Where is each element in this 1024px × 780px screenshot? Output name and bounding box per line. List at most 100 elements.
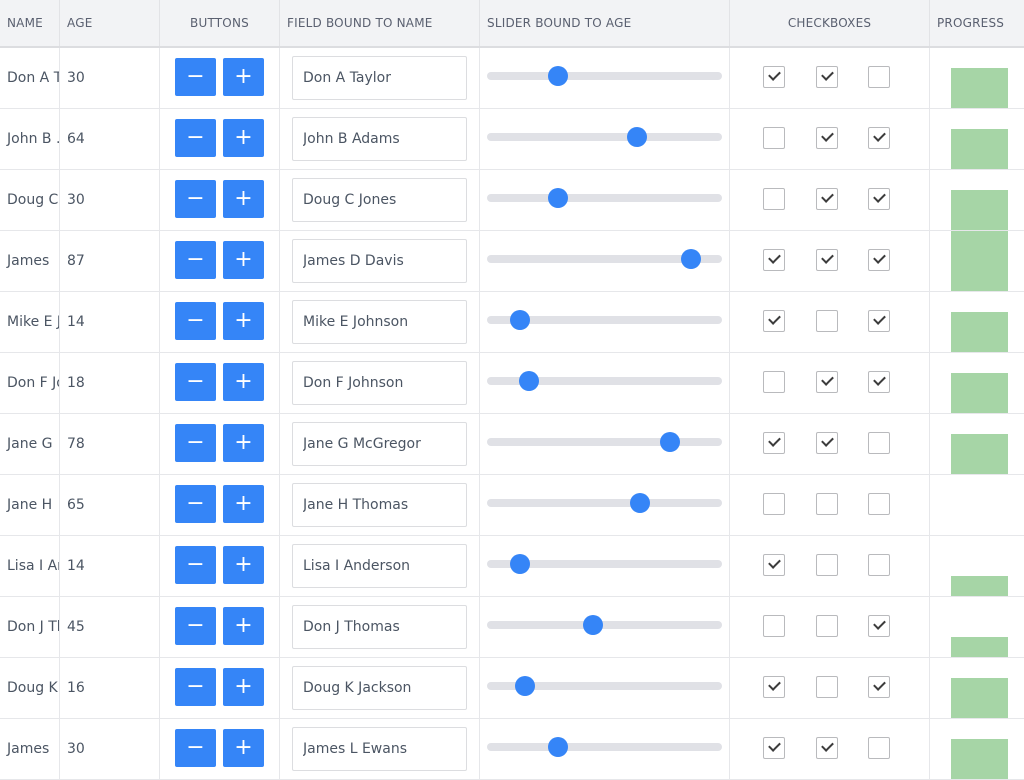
decrement-age-button[interactable]: −: [175, 607, 216, 645]
name-input[interactable]: [292, 239, 467, 283]
decrement-age-button[interactable]: −: [175, 546, 216, 584]
slider-thumb[interactable]: [509, 310, 530, 330]
name-cell[interactable]: John B .: [0, 109, 60, 169]
name-cell[interactable]: James: [0, 719, 60, 779]
row-checkbox-3[interactable]: [868, 554, 890, 576]
row-checkbox-2[interactable]: [816, 554, 838, 576]
increment-age-button[interactable]: +: [223, 302, 264, 340]
row-checkbox-3[interactable]: [868, 249, 890, 271]
age-slider[interactable]: [487, 188, 722, 208]
name-input[interactable]: [292, 56, 467, 100]
name-cell[interactable]: Don A T: [0, 48, 60, 108]
row-checkbox-2[interactable]: [816, 737, 838, 759]
row-checkbox-3[interactable]: [868, 66, 890, 88]
row-checkbox-2[interactable]: [816, 310, 838, 332]
slider-track[interactable]: [487, 72, 722, 80]
age-slider[interactable]: [487, 249, 722, 269]
increment-age-button[interactable]: +: [223, 363, 264, 401]
slider-thumb[interactable]: [509, 554, 530, 574]
name-cell[interactable]: Don F Jo: [0, 353, 60, 413]
name-cell[interactable]: Mike E J: [0, 292, 60, 352]
age-slider[interactable]: [487, 493, 722, 513]
increment-age-button[interactable]: +: [223, 668, 264, 706]
slider-thumb[interactable]: [519, 371, 540, 391]
increment-age-button[interactable]: +: [223, 729, 264, 767]
age-slider[interactable]: [487, 127, 722, 147]
age-slider[interactable]: [487, 371, 722, 391]
slider-thumb[interactable]: [514, 676, 535, 696]
age-cell[interactable]: 30: [60, 170, 160, 230]
row-checkbox-2[interactable]: [816, 188, 838, 210]
slider-thumb[interactable]: [660, 432, 681, 452]
age-slider[interactable]: [487, 310, 722, 330]
age-cell[interactable]: 18: [60, 353, 160, 413]
age-cell[interactable]: 14: [60, 536, 160, 596]
decrement-age-button[interactable]: −: [175, 241, 216, 279]
slider-track[interactable]: [487, 499, 722, 507]
slider-thumb[interactable]: [582, 615, 603, 635]
name-cell[interactable]: Doug C: [0, 170, 60, 230]
column-header-slider[interactable]: SLIDER BOUND TO AGE: [480, 0, 730, 46]
row-checkbox-2[interactable]: [816, 249, 838, 271]
column-header-buttons[interactable]: BUTTONS: [160, 0, 280, 46]
increment-age-button[interactable]: +: [223, 424, 264, 462]
row-checkbox-1[interactable]: [763, 493, 785, 515]
decrement-age-button[interactable]: −: [175, 302, 216, 340]
slider-thumb[interactable]: [627, 127, 648, 147]
decrement-age-button[interactable]: −: [175, 119, 216, 157]
column-header-name[interactable]: NAME: [0, 0, 60, 46]
age-slider[interactable]: [487, 432, 722, 452]
row-checkbox-1[interactable]: [763, 554, 785, 576]
age-slider[interactable]: [487, 66, 722, 86]
name-input[interactable]: [292, 178, 467, 222]
slider-track[interactable]: [487, 621, 722, 629]
age-cell[interactable]: 78: [60, 414, 160, 474]
decrement-age-button[interactable]: −: [175, 58, 216, 96]
slider-thumb[interactable]: [547, 66, 568, 86]
row-checkbox-1[interactable]: [763, 66, 785, 88]
slider-thumb[interactable]: [547, 188, 568, 208]
age-cell[interactable]: 14: [60, 292, 160, 352]
row-checkbox-3[interactable]: [868, 310, 890, 332]
row-checkbox-2[interactable]: [816, 66, 838, 88]
row-checkbox-1[interactable]: [763, 249, 785, 271]
row-checkbox-1[interactable]: [763, 127, 785, 149]
name-input[interactable]: [292, 483, 467, 527]
row-checkbox-2[interactable]: [816, 432, 838, 454]
increment-age-button[interactable]: +: [223, 485, 264, 523]
name-cell[interactable]: Jane H: [0, 475, 60, 535]
decrement-age-button[interactable]: −: [175, 729, 216, 767]
row-checkbox-2[interactable]: [816, 127, 838, 149]
decrement-age-button[interactable]: −: [175, 424, 216, 462]
slider-track[interactable]: [487, 438, 722, 446]
increment-age-button[interactable]: +: [223, 119, 264, 157]
name-input[interactable]: [292, 117, 467, 161]
age-slider[interactable]: [487, 737, 722, 757]
age-cell[interactable]: 30: [60, 719, 160, 779]
slider-track[interactable]: [487, 133, 722, 141]
decrement-age-button[interactable]: −: [175, 668, 216, 706]
age-cell[interactable]: 64: [60, 109, 160, 169]
age-cell[interactable]: 30: [60, 48, 160, 108]
row-checkbox-3[interactable]: [868, 737, 890, 759]
name-input[interactable]: [292, 605, 467, 649]
row-checkbox-2[interactable]: [816, 371, 838, 393]
name-input[interactable]: [292, 666, 467, 710]
row-checkbox-2[interactable]: [816, 493, 838, 515]
slider-track[interactable]: [487, 194, 722, 202]
name-cell[interactable]: Don J Th: [0, 597, 60, 657]
decrement-age-button[interactable]: −: [175, 485, 216, 523]
age-cell[interactable]: 65: [60, 475, 160, 535]
slider-thumb[interactable]: [681, 249, 702, 269]
row-checkbox-2[interactable]: [816, 615, 838, 637]
column-header-checkboxes[interactable]: CHECKBOXES: [730, 0, 930, 46]
row-checkbox-3[interactable]: [868, 615, 890, 637]
row-checkbox-1[interactable]: [763, 737, 785, 759]
increment-age-button[interactable]: +: [223, 58, 264, 96]
row-checkbox-1[interactable]: [763, 188, 785, 210]
age-slider[interactable]: [487, 554, 722, 574]
row-checkbox-1[interactable]: [763, 676, 785, 698]
name-cell[interactable]: Lisa I Ar: [0, 536, 60, 596]
age-cell[interactable]: 45: [60, 597, 160, 657]
age-slider[interactable]: [487, 615, 722, 635]
